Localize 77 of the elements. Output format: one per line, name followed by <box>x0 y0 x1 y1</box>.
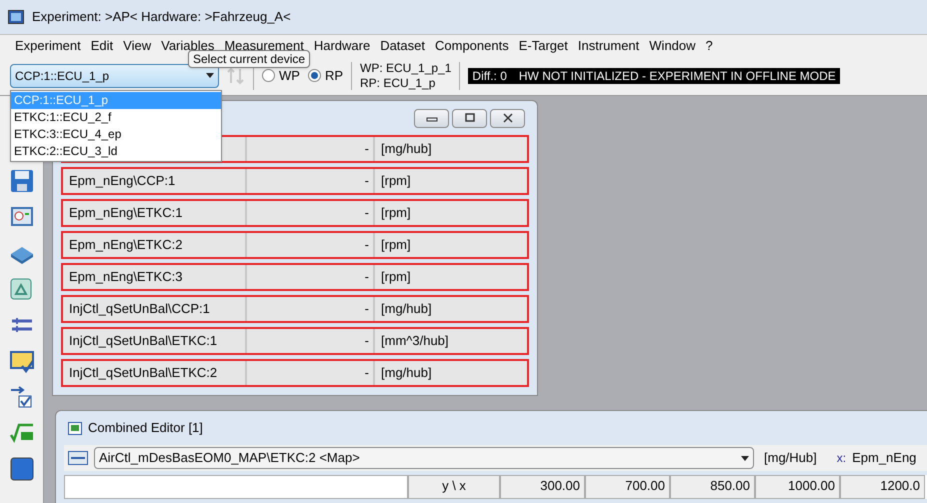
menu-item[interactable]: Dataset <box>375 36 430 56</box>
variable-row[interactable]: Epm_nEng\ETKC:2 - [rpm] <box>61 231 529 259</box>
diff-count: Diff.: 0 <box>472 68 507 84</box>
column-header: 1200.0 <box>840 475 925 499</box>
variable-unit: [rpm] <box>380 204 412 222</box>
variable-unit: [mm^3/hub] <box>380 332 450 350</box>
tooltip: Select current device <box>188 50 310 68</box>
variable-value: - <box>247 265 375 289</box>
radio-button[interactable]: WP <box>262 66 300 86</box>
menu-item[interactable]: Components <box>430 36 514 56</box>
reference-page-label: RP: ECU_1_p <box>360 76 436 90</box>
axis-label: x: <box>836 450 846 467</box>
variable-unit: [rpm] <box>380 268 412 286</box>
menu-item[interactable]: Instrument <box>572 36 644 56</box>
variable-value: - <box>247 201 375 225</box>
menu-item[interactable]: E-Target <box>514 36 573 56</box>
close-icon <box>502 113 514 123</box>
variable-value: - <box>247 137 375 161</box>
variable-row[interactable]: Epm_nEng\ETKC:3 - [rpm] <box>61 263 529 291</box>
variable-name: Epm_nEng\CCP:1 <box>63 169 247 193</box>
menu-item[interactable]: ? <box>700 36 718 56</box>
variable-row[interactable]: InjCtl_qSetUnBal\ETKC:2 - [mg/hub] <box>61 359 529 387</box>
variable-name: InjCtl_qSetUnBal\ETKC:1 <box>63 329 247 353</box>
table-corner-cell: y \ x <box>408 475 500 499</box>
arrow-check-icon[interactable] <box>8 384 34 410</box>
variable-unit: [rpm] <box>380 172 412 190</box>
column-header: 300.00 <box>500 475 585 499</box>
variable-row[interactable]: InjCtl_qSetUnBal\ETKC:1 - [mm^3/hub] <box>61 327 529 355</box>
menu-item[interactable]: Hardware <box>308 36 376 56</box>
variable-value: - <box>247 169 375 193</box>
editor-title: Combined Editor [1] <box>88 419 203 438</box>
variable-unit: [mg/hub] <box>380 140 433 158</box>
variable-value: - <box>247 329 375 353</box>
variable-name: Epm_nEng\ETKC:1 <box>63 201 247 225</box>
save-icon[interactable] <box>8 168 34 194</box>
radio-button[interactable]: RP <box>308 66 344 86</box>
column-header: 1000.00 <box>755 475 840 499</box>
chart-icon[interactable] <box>8 276 34 302</box>
window-icon[interactable] <box>8 456 34 482</box>
app-icon <box>8 10 24 24</box>
checked-chart-icon[interactable] <box>8 348 34 374</box>
variable-row[interactable]: Epm_nEng\ETKC:1 - [rpm] <box>61 199 529 227</box>
variable-value: - <box>247 361 375 385</box>
dropdown-option[interactable]: ETKC:1::ECU_2_f <box>11 109 221 126</box>
variable-value: - <box>247 297 375 321</box>
menu-item[interactable]: Edit <box>86 36 118 56</box>
editor-icon <box>68 422 82 434</box>
restore-icon <box>464 113 476 123</box>
variable-name: Epm_nEng\ETKC:3 <box>63 265 247 289</box>
map-icon <box>68 451 88 465</box>
variable-name: InjCtl_qSetUnBal\CCP:1 <box>63 297 247 321</box>
variable-row[interactable]: Epm_nEng\CCP:1 - [rpm] <box>61 167 529 195</box>
close-button[interactable] <box>490 108 525 128</box>
menu-item[interactable]: View <box>118 36 156 56</box>
variable-value: - <box>247 233 375 257</box>
minimize-button[interactable] <box>414 108 449 128</box>
variable-select[interactable]: AirCtl_mDesBasEOM0_MAP\ETKC:2 <Map> <box>94 447 754 469</box>
column-header: 700.00 <box>585 475 670 499</box>
variable-row[interactable]: InjCtl_qSetUnBal\CCP:1 - [mg/hub] <box>61 295 529 323</box>
transfer-icon <box>227 66 245 84</box>
menu-item[interactable]: Window <box>644 36 701 56</box>
variable-unit: [rpm] <box>380 236 412 254</box>
device-select[interactable]: CCP:1::ECU_1_p <box>10 64 219 88</box>
variable-name: InjCtl_qSetUnBal\ETKC:2 <box>63 361 247 385</box>
status-message: HW NOT INITIALIZED - EXPERIMENT IN OFFLINE MODE <box>518 68 836 84</box>
caret-icon <box>741 456 749 460</box>
window-title: Experiment: >AP< Hardware: >Fahrzeug_A< <box>32 8 291 26</box>
variable-unit: [mg/hub] <box>380 364 433 382</box>
column-header: 850.00 <box>670 475 755 499</box>
unit-label: [mg/Hub] <box>764 449 817 468</box>
variable-name: Epm_nEng\ETKC:2 <box>63 233 247 257</box>
caret-icon <box>206 73 214 78</box>
restore-button[interactable] <box>452 108 487 128</box>
working-page-label: WP: ECU_1_p_1 <box>360 60 452 76</box>
menu-item[interactable]: Experiment <box>10 36 86 56</box>
axis-variable: Epm_nEng <box>852 449 916 468</box>
variable-unit: [mg/hub] <box>380 300 433 318</box>
